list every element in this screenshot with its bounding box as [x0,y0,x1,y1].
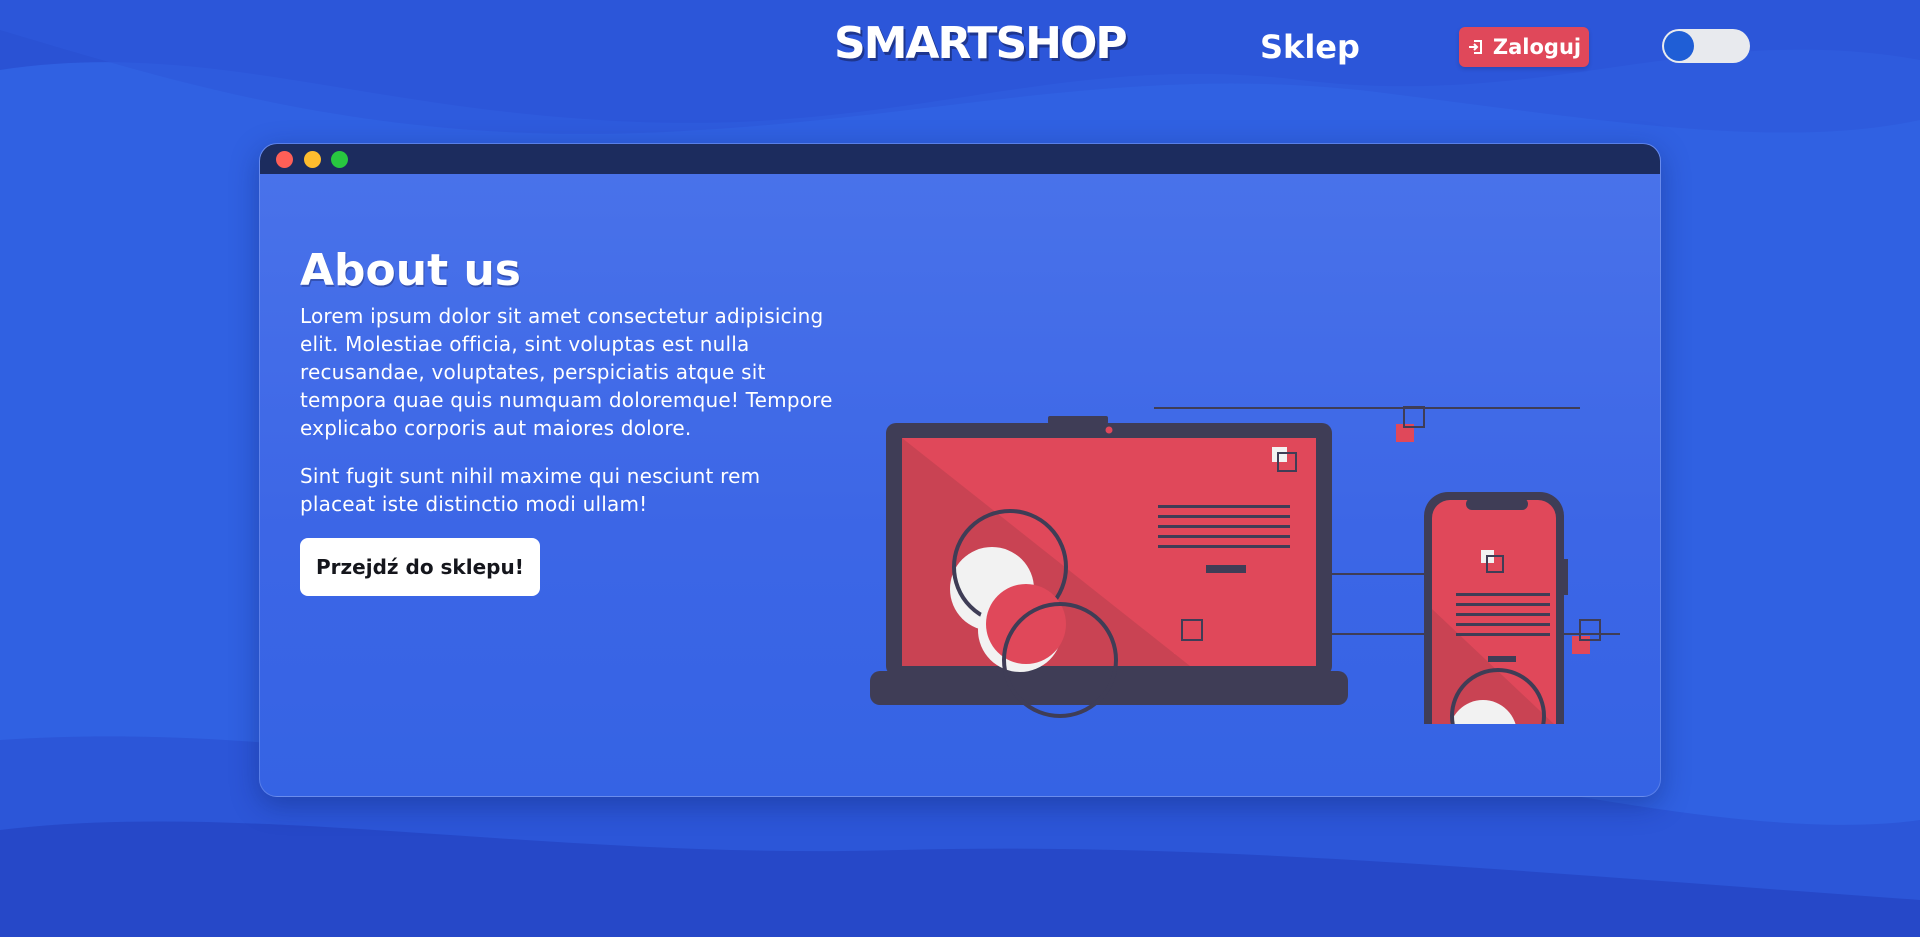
about-paragraph-2: Sint fugit sunt nihil maxime qui nesciun… [300,464,761,516]
login-button[interactable]: Zaloguj [1459,27,1589,67]
window-maximize-icon[interactable] [331,151,348,168]
go-to-shop-button[interactable]: Przejdź do sklepu! [300,538,540,596]
window-close-icon[interactable] [276,151,293,168]
login-label: Zaloguj [1492,35,1582,59]
brand-logo[interactable]: SMARTSHOP [834,18,1128,69]
laptop-graphic [870,416,1348,705]
window-minimize-icon[interactable] [304,151,321,168]
toggle-knob [1664,31,1694,61]
about-content: About us Lorem ipsum dolor sit amet cons… [300,244,840,596]
about-paragraph-1: Lorem ipsum dolor sit amet consectetur a… [300,304,833,440]
sign-in-icon [1467,38,1485,56]
devices-illustration [870,406,1620,724]
window-titlebar [260,144,1660,174]
phone-graphic [1424,492,1568,724]
theme-toggle[interactable] [1662,29,1750,63]
about-window: About us Lorem ipsum dolor sit amet cons… [259,143,1661,797]
navbar: SMARTSHOP Sklep Zaloguj [0,0,1920,95]
nav-link-shop[interactable]: Sklep [1260,28,1360,66]
about-title: About us [300,245,521,296]
